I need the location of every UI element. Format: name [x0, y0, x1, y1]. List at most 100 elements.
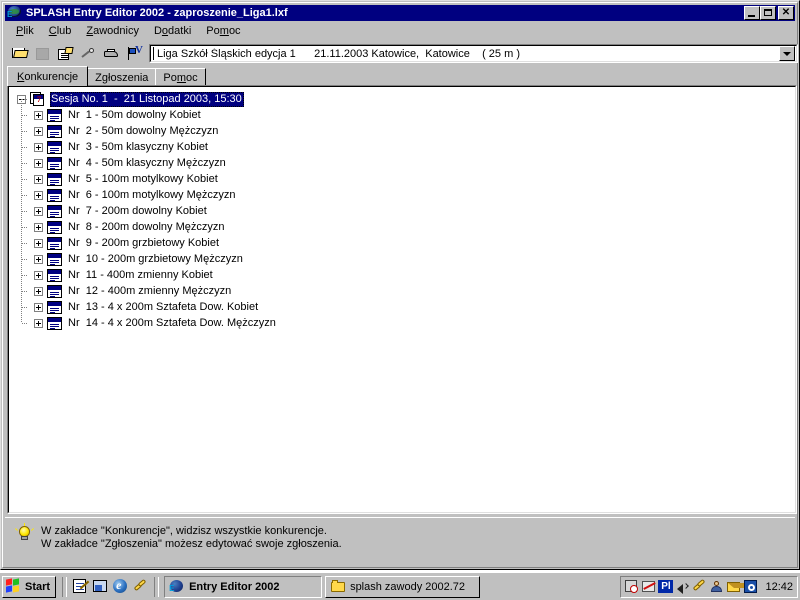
event-document-icon: [47, 172, 62, 186]
flag-verify-icon: V: [126, 44, 144, 61]
open-file-button[interactable]: [9, 43, 31, 64]
window-client-area: E SPLASH Entry Editor 2002 - zaproszenie…: [2, 2, 798, 568]
task-button-label: Entry Editor 2002: [189, 580, 280, 593]
event-document-icon: [47, 204, 62, 218]
tree-node-event-label: Nr 4 - 50m klasyczny Mężczyzn: [68, 156, 226, 169]
print-button[interactable]: [101, 43, 123, 64]
events-tree[interactable]: 7 Sesja No. 1 - 21 Listopad 2003, 15:30 …: [8, 86, 796, 513]
expander-expand-icon[interactable]: [34, 174, 43, 184]
tree-node-event[interactable]: Nr 12 - 400m zmienny Mężczyzn: [9, 283, 795, 299]
expander-expand-icon[interactable]: [34, 158, 43, 168]
application-window: E SPLASH Entry Editor 2002 - zaproszenie…: [0, 0, 800, 570]
properties-button[interactable]: [55, 43, 77, 64]
pen-network-icon[interactable]: [641, 579, 656, 594]
menu-item-zawodnicy[interactable]: Zawodnicy: [79, 23, 147, 39]
tree-node-event[interactable]: Nr 7 - 200m dowolny Kobiet: [9, 203, 795, 219]
tree-node-event[interactable]: Nr 11 - 400m zmienny Kobiet: [9, 267, 795, 283]
expander-expand-icon[interactable]: [34, 126, 43, 136]
tab-zgloszenia[interactable]: Zgłoszenia: [87, 68, 157, 86]
menu-item-pomoc[interactable]: Pomoc: [199, 23, 248, 39]
expander-expand-icon[interactable]: [34, 142, 43, 152]
link-icon[interactable]: [132, 578, 149, 595]
hint-text: W zakładce "Konkurencje", widzisz wszyst…: [41, 524, 342, 551]
mail-icon[interactable]: [726, 579, 751, 594]
tree-node-event-label: Nr 9 - 200m grzbietowy Kobiet: [68, 236, 220, 249]
tree-node-event[interactable]: Nr 6 - 100m motylkowy Mężczyzn: [9, 187, 795, 203]
folder-icon: [330, 579, 346, 594]
hint-panel: W zakładce "Konkurencje", widzisz wszyst…: [5, 517, 795, 565]
user-icon[interactable]: [709, 579, 724, 594]
meet-combo-box[interactable]: Liga Szkół Śląskich edycja 1 21.11.2003 …: [149, 44, 798, 63]
menu-item-dodatki[interactable]: Dodatki: [147, 23, 199, 39]
session-badge: 7: [37, 95, 41, 104]
tree-node-session[interactable]: 7 Sesja No. 1 - 21 Listopad 2003, 15:30: [9, 91, 795, 107]
window-title: SPLASH Entry Editor 2002 - zaproszenie_L…: [26, 7, 288, 19]
hint-line-2: W zakładce "Zgłoszenia" możesz edytować …: [41, 538, 342, 550]
scheduler-icon[interactable]: [624, 579, 639, 594]
expander-expand-icon[interactable]: [34, 286, 43, 296]
notepad-icon[interactable]: [72, 578, 90, 595]
task-button-entry-editor[interactable]: E Entry Editor 2002: [164, 575, 323, 598]
clock[interactable]: 12:42: [765, 581, 793, 593]
speaker-icon[interactable]: [675, 579, 690, 594]
menu-item-club[interactable]: Club: [42, 23, 80, 39]
menu-item-plik[interactable]: Plik: [9, 23, 42, 39]
tree-node-event[interactable]: Nr 14 - 4 x 200m Sztafeta Dow. Mężczyzn: [9, 315, 795, 331]
event-document-icon: [47, 156, 62, 170]
tree-node-event[interactable]: Nr 13 - 4 x 200m Sztafeta Dow. Kobiet: [9, 299, 795, 315]
expander-expand-icon[interactable]: [34, 318, 43, 328]
window-controls: ✕: [744, 6, 794, 20]
quick-launch-bar: [70, 578, 151, 595]
pin-button[interactable]: [78, 43, 100, 64]
internet-explorer-icon[interactable]: [112, 578, 129, 595]
task-button-splash-zawody[interactable]: splash zawody 2002.72: [325, 575, 481, 598]
link-icon[interactable]: [692, 579, 707, 594]
app-globe-icon: E: [7, 6, 23, 20]
expander-expand-icon[interactable]: [34, 206, 43, 216]
tab-pomoc[interactable]: Pomoc: [155, 68, 206, 86]
tree-node-event-label: Nr 12 - 400m zmienny Mężczyzn: [68, 284, 232, 297]
event-document-icon: [47, 316, 62, 330]
tree-node-event[interactable]: Nr 8 - 200m dowolny Mężczyzn: [9, 219, 795, 235]
tree-node-event-label: Nr 1 - 50m dowolny Kobiet: [68, 108, 201, 121]
verify-button[interactable]: V: [124, 43, 146, 64]
taskbar: Start E Entry Editor 2002 splash zawody …: [0, 572, 800, 600]
tree-node-event[interactable]: Nr 1 - 50m dowolny Kobiet: [9, 107, 795, 123]
tree-node-event[interactable]: Nr 3 - 50m klasyczny Kobiet: [9, 139, 795, 155]
tree-node-event-label: Nr 7 - 200m dowolny Kobiet: [68, 204, 207, 217]
maximize-button[interactable]: [760, 6, 776, 20]
taskbar-separator-2: [154, 576, 160, 597]
tree-node-event[interactable]: Nr 2 - 50m dowolny Mężczyzn: [9, 123, 795, 139]
title-bar[interactable]: E SPLASH Entry Editor 2002 - zaproszenie…: [5, 5, 795, 21]
tab-strip: Konkurencje Zgłoszenia Pomoc: [7, 66, 793, 86]
tab-konkurencje[interactable]: Konkurencje: [7, 66, 89, 86]
event-document-icon: [47, 140, 62, 154]
start-button[interactable]: Start: [2, 575, 57, 598]
printer-icon: [104, 48, 120, 59]
chevron-down-icon[interactable]: [779, 46, 795, 61]
expander-expand-icon[interactable]: [34, 190, 43, 200]
save-file-button[interactable]: [32, 43, 54, 64]
show-desktop-icon[interactable]: [92, 578, 109, 595]
tree-node-event[interactable]: Nr 9 - 200m grzbietowy Kobiet: [9, 235, 795, 251]
tree-node-event-label: Nr 5 - 100m motylkowy Kobiet: [68, 172, 218, 185]
event-document-icon: [47, 188, 62, 202]
network-icon[interactable]: [743, 579, 758, 594]
minimize-button[interactable]: [744, 6, 760, 20]
expander-expand-icon[interactable]: [34, 238, 43, 248]
tree-node-event-label: Nr 10 - 200m grzbietowy Mężczyzn: [68, 252, 243, 265]
taskbar-separator: [62, 576, 68, 597]
tree-node-event[interactable]: Nr 4 - 50m klasyczny Mężczyzn: [9, 155, 795, 171]
expander-expand-icon[interactable]: [34, 270, 43, 280]
expander-expand-icon[interactable]: [34, 110, 43, 120]
keyboard-language-pl-icon[interactable]: Pl: [658, 579, 674, 594]
expander-expand-icon[interactable]: [34, 302, 43, 312]
expander-expand-icon[interactable]: [34, 254, 43, 264]
tree-node-event[interactable]: Nr 5 - 100m motylkowy Kobiet: [9, 171, 795, 187]
expander-expand-icon[interactable]: [34, 222, 43, 232]
close-button[interactable]: ✕: [778, 6, 794, 20]
tree-children-container: Nr 1 - 50m dowolny Kobiet Nr 2 - 50m dowo…: [9, 99, 795, 331]
tree-node-event-label: Nr 8 - 200m dowolny Mężczyzn: [68, 220, 225, 233]
event-document-icon: [47, 284, 62, 298]
tree-node-event[interactable]: Nr 10 - 200m grzbietowy Mężczyzn: [9, 251, 795, 267]
